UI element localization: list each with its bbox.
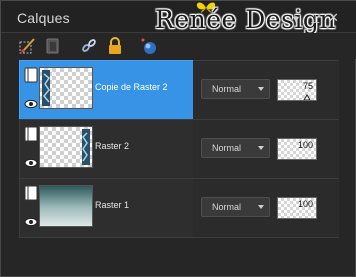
link-icon[interactable] [79, 36, 99, 56]
layer-visibility-icon[interactable] [22, 63, 40, 117]
opacity-field[interactable]: 100 [277, 197, 317, 219]
layer-visibility-icon[interactable] [22, 181, 40, 235]
layer-controls-row: Normal 100 [193, 119, 339, 179]
layer-controls-row: Normal 100 [193, 178, 339, 238]
layer-row-raster-2[interactable]: Raster 2 [19, 119, 195, 179]
chevron-down-icon [258, 146, 264, 150]
chevron-down-icon [258, 205, 264, 209]
layer-name: Copie de Raster 2 [95, 82, 168, 92]
blend-mode-dropdown[interactable]: Normal [201, 79, 270, 99]
blend-mode-value: Normal [212, 84, 242, 94]
layer-row-raster-1[interactable]: Raster 1 [19, 178, 195, 238]
opacity-value: 100 [297, 199, 313, 209]
blend-mode-dropdown[interactable]: Normal [201, 138, 270, 158]
opacity-field[interactable]: 100 [277, 138, 317, 160]
layer-name: Raster 2 [95, 141, 130, 151]
blend-mode-value: Normal [212, 202, 242, 212]
layer-thumbnail [39, 126, 93, 168]
layer-effects-globe-icon[interactable] [139, 36, 159, 56]
close-icon[interactable]: ✕ [328, 12, 339, 25]
blend-mode-value: Normal [212, 143, 242, 153]
layer-thumbnail [39, 185, 93, 227]
pin-icon[interactable]: ⊥ [310, 13, 320, 25]
new-layer-brush-icon[interactable] [17, 36, 37, 56]
layer-visibility-icon[interactable] [22, 122, 40, 176]
panel-title: Calques [17, 10, 70, 26]
opacity-field[interactable]: 75 [277, 79, 317, 101]
layers-panel: Calques Renée Design ▾ ⊥ ✕ Copie de Rast… [0, 0, 356, 277]
blend-mode-dropdown[interactable]: Normal [201, 197, 270, 217]
layer-row-copie-raster-2[interactable]: Copie de Raster 2 [19, 60, 195, 120]
chevron-down-icon [258, 87, 264, 91]
watermark-text: Renée Design [155, 5, 337, 34]
layers-toolbar [1, 33, 356, 59]
layer-controls-row: Normal 75 [193, 60, 339, 120]
opacity-slider-marker-icon [303, 94, 311, 100]
opacity-value: 100 [297, 140, 313, 150]
mask-icon[interactable] [43, 36, 63, 56]
panel-titlebar: Calques Renée Design ▾ ⊥ ✕ [1, 1, 356, 34]
layer-thumbnail [39, 67, 93, 109]
layer-name: Raster 1 [95, 200, 130, 210]
layers-scrollbar[interactable] [340, 60, 355, 261]
menu-dropdown-icon[interactable]: ▾ [293, 13, 299, 25]
lock-icon[interactable] [105, 36, 125, 56]
